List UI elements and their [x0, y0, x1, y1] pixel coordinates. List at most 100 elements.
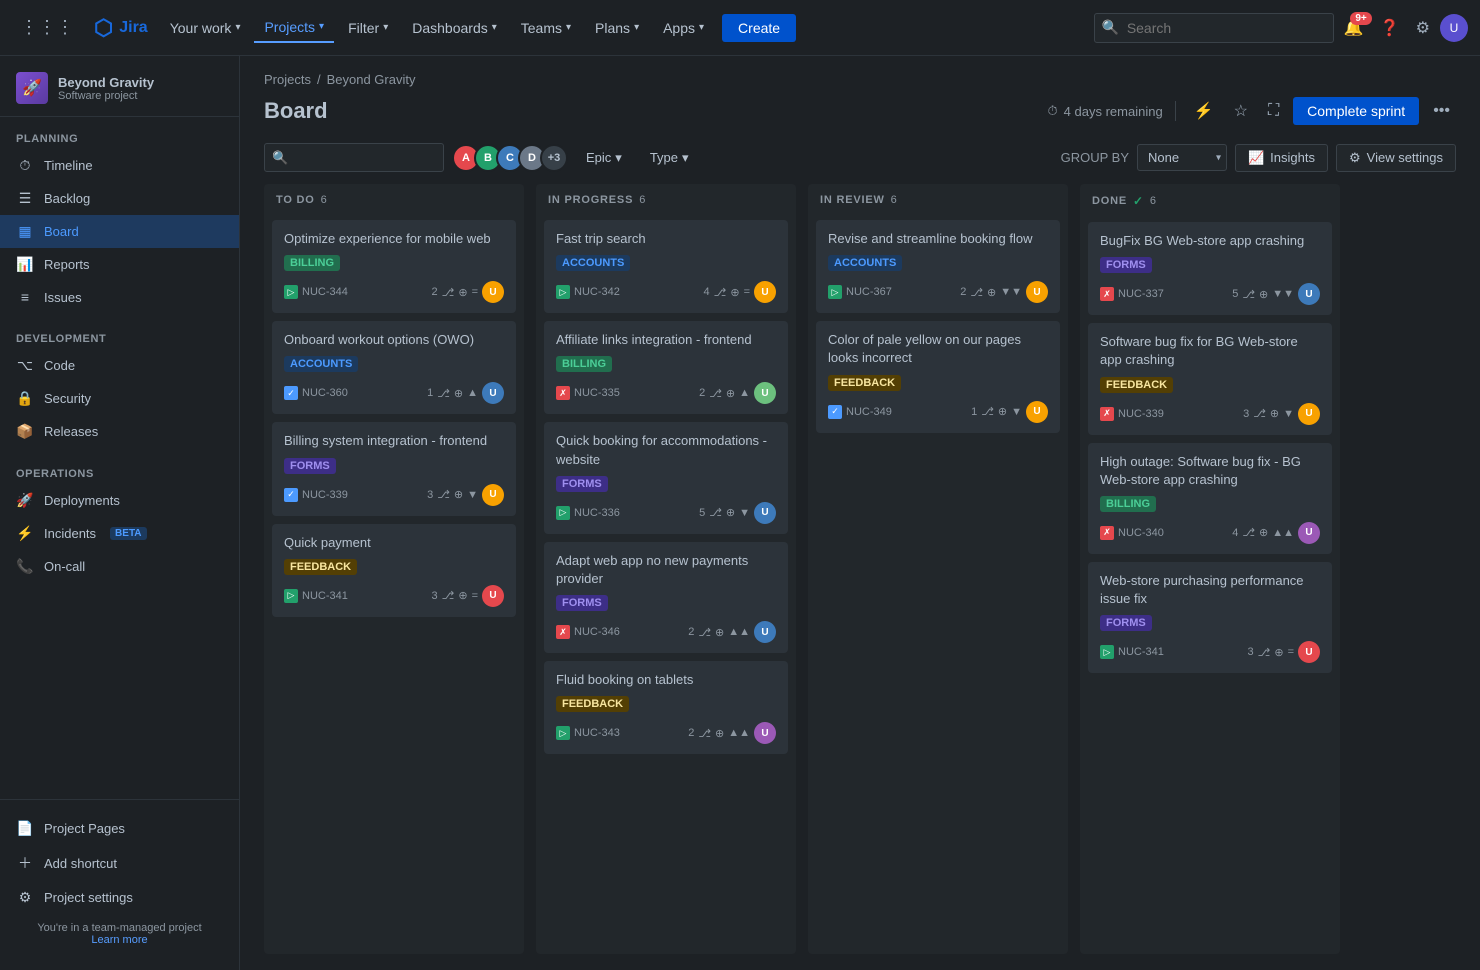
card[interactable]: BugFix BG Web-store app crashing FORMS ✗…	[1088, 222, 1332, 315]
card[interactable]: Quick booking for accommodations - websi…	[544, 422, 788, 533]
nav-dashboards[interactable]: Dashboards ▾	[402, 14, 507, 42]
sidebar-item-reports[interactable]: 📊 Reports	[0, 248, 239, 281]
card-type-icon: ✓	[284, 386, 298, 400]
card-story-points: 5	[699, 507, 705, 519]
lightning-button[interactable]: ⚡	[1188, 95, 1220, 127]
issues-label: Issues	[44, 290, 82, 305]
jira-logo[interactable]: ⬡ Jira	[86, 15, 156, 41]
card[interactable]: Fast trip search ACCOUNTS ▷ NUC-342 4 ⎇ …	[544, 220, 788, 313]
code-icon: ⌥	[16, 357, 34, 374]
card-priority-icon: ▼	[467, 489, 478, 501]
sidebar-item-project-pages[interactable]: 📄 Project Pages	[0, 812, 239, 845]
create-button[interactable]: Create	[722, 14, 796, 42]
card-priority-icon: =	[744, 286, 750, 298]
sidebar-item-incidents[interactable]: ⚡ Incidents BETA	[0, 517, 239, 550]
nav-projects[interactable]: Projects ▾	[254, 13, 334, 43]
breadcrumb-project[interactable]: Beyond Gravity	[327, 72, 416, 87]
view-settings-button[interactable]: ⚙ View settings	[1336, 144, 1456, 172]
nav-filter[interactable]: Filter ▾	[338, 14, 398, 42]
card-type-icon: ✗	[1100, 407, 1114, 421]
card-title: Affiliate links integration - frontend	[556, 331, 776, 349]
card[interactable]: Quick payment FEEDBACK ▷ NUC-341 3 ⎇ ⊕ =…	[272, 524, 516, 617]
avatar-more[interactable]: +3	[540, 144, 568, 172]
card[interactable]: Fluid booking on tablets FEEDBACK ▷ NUC-…	[544, 661, 788, 754]
nav-plans[interactable]: Plans ▾	[585, 14, 649, 42]
user-avatar[interactable]: U	[1440, 14, 1468, 42]
column-todo: TO DO 6 Optimize experience for mobile w…	[264, 184, 524, 954]
sidebar-item-on-call[interactable]: 📞 On-call	[0, 550, 239, 583]
notifications-button[interactable]: 🔔 9+	[1338, 12, 1370, 44]
sidebar-item-deployments[interactable]: 🚀 Deployments	[0, 484, 239, 517]
sidebar-item-project-settings[interactable]: ⚙ Project settings	[0, 881, 239, 914]
search-input[interactable]	[1094, 13, 1334, 43]
group-by-select[interactable]: None Epic Assignee	[1137, 144, 1227, 171]
sidebar-item-timeline[interactable]: ⏱ Timeline	[0, 149, 239, 182]
more-options-button[interactable]: •••	[1427, 96, 1456, 126]
sprint-remaining: 4 days remaining	[1064, 104, 1163, 119]
insights-button[interactable]: 📈 Insights	[1235, 144, 1328, 172]
card[interactable]: High outage: Software bug fix - BG Web-s…	[1088, 443, 1332, 554]
card-priority-icon: ▲▲	[728, 626, 750, 638]
card-title: BugFix BG Web-store app crashing	[1100, 232, 1320, 250]
sidebar-item-security[interactable]: 🔒 Security	[0, 382, 239, 415]
card-meta: 2 ⎇ ⊕ ▲▲ U	[688, 722, 776, 744]
help-button[interactable]: ❓	[1374, 12, 1406, 44]
sidebar-item-add-shortcut[interactable]: ＋ Add shortcut	[0, 845, 239, 881]
nav-apps[interactable]: Apps ▾	[653, 14, 714, 42]
sprint-info: ⏱ 4 days remaining	[1048, 103, 1163, 119]
sidebar-item-releases[interactable]: 📦 Releases	[0, 415, 239, 448]
card-footer: ✗ NUC-340 4 ⎇ ⊕ ▲▲ U	[1100, 522, 1320, 544]
board-search-input[interactable]	[264, 143, 444, 172]
sidebar: 🚀 Beyond Gravity Software project PLANNI…	[0, 56, 240, 970]
card-id: NUC-349	[846, 406, 892, 418]
star-button[interactable]: ☆	[1228, 95, 1254, 127]
timeline-icon: ⏱	[16, 157, 34, 174]
card-type-icon: ▷	[556, 726, 570, 740]
card[interactable]: Color of pale yellow on our pages looks …	[816, 321, 1060, 432]
card-branch-icon: ⎇	[437, 387, 450, 400]
card-branch-icon: ⎇	[442, 286, 455, 299]
card-title: Billing system integration - frontend	[284, 432, 504, 450]
card[interactable]: Optimize experience for mobile web BILLI…	[272, 220, 516, 313]
sidebar-item-code[interactable]: ⌥ Code	[0, 349, 239, 382]
card-story-points: 1	[971, 406, 977, 418]
sidebar-item-issues[interactable]: ≡ Issues	[0, 281, 239, 313]
card[interactable]: Revise and streamline booking flow ACCOU…	[816, 220, 1060, 313]
nav-teams[interactable]: Teams ▾	[511, 14, 581, 42]
card[interactable]: Web-store purchasing performance issue f…	[1088, 562, 1332, 673]
card[interactable]: Software bug fix for BG Web-store app cr…	[1088, 323, 1332, 434]
sidebar-footer-text: You're in a team-managed project	[16, 922, 223, 934]
card-pr-icon: ⊕	[454, 387, 463, 400]
sidebar-item-board[interactable]: ▦ Board	[0, 215, 239, 248]
breadcrumb-projects[interactable]: Projects	[264, 72, 311, 87]
card-type-icon: ▷	[284, 589, 298, 603]
board-toolbar: 🔍 A B C D +3 Epic ▾ Type ▾ GROUP BY	[240, 139, 1480, 184]
apps-grid-icon[interactable]: ⋮⋮⋮	[12, 9, 82, 46]
sidebar-item-backlog[interactable]: ☰ Backlog	[0, 182, 239, 215]
card[interactable]: Affiliate links integration - frontend B…	[544, 321, 788, 414]
card[interactable]: Adapt web app no new payments provider F…	[544, 542, 788, 653]
card[interactable]: Onboard workout options (OWO) ACCOUNTS ✓…	[272, 321, 516, 414]
card-footer: ✗ NUC-335 2 ⎇ ⊕ ▲ U	[556, 382, 776, 404]
settings-button[interactable]: ⚙	[1410, 12, 1436, 44]
card-id: NUC-346	[574, 626, 620, 638]
nav-your-work[interactable]: Your work ▾	[160, 14, 251, 42]
add-shortcut-icon: ＋	[16, 853, 34, 873]
card-meta: 3 ⎇ ⊕ ▼ U	[1243, 403, 1320, 425]
card[interactable]: Billing system integration - frontend FO…	[272, 422, 516, 515]
card-pr-icon: ⊕	[1270, 407, 1279, 420]
fullscreen-button[interactable]: ⛶	[1262, 96, 1285, 126]
epic-filter-button[interactable]: Epic ▾	[576, 144, 632, 172]
complete-sprint-button[interactable]: Complete sprint	[1293, 97, 1419, 125]
card-id: NUC-343	[574, 727, 620, 739]
board-icon: ▦	[16, 223, 34, 240]
card-pr-icon: ⊕	[454, 488, 463, 501]
project-settings-label: Project settings	[44, 890, 133, 905]
sidebar-footer-link[interactable]: Learn more	[91, 934, 147, 946]
sidebar-project: 🚀 Beyond Gravity Software project	[0, 56, 239, 117]
card-branch-icon: ⎇	[442, 589, 455, 602]
column-cards-done: BugFix BG Web-store app crashing FORMS ✗…	[1080, 218, 1340, 954]
type-filter-button[interactable]: Type ▾	[640, 144, 699, 172]
card-footer: ✗ NUC-346 2 ⎇ ⊕ ▲▲ U	[556, 621, 776, 643]
done-check-icon: ✓	[1133, 194, 1144, 208]
